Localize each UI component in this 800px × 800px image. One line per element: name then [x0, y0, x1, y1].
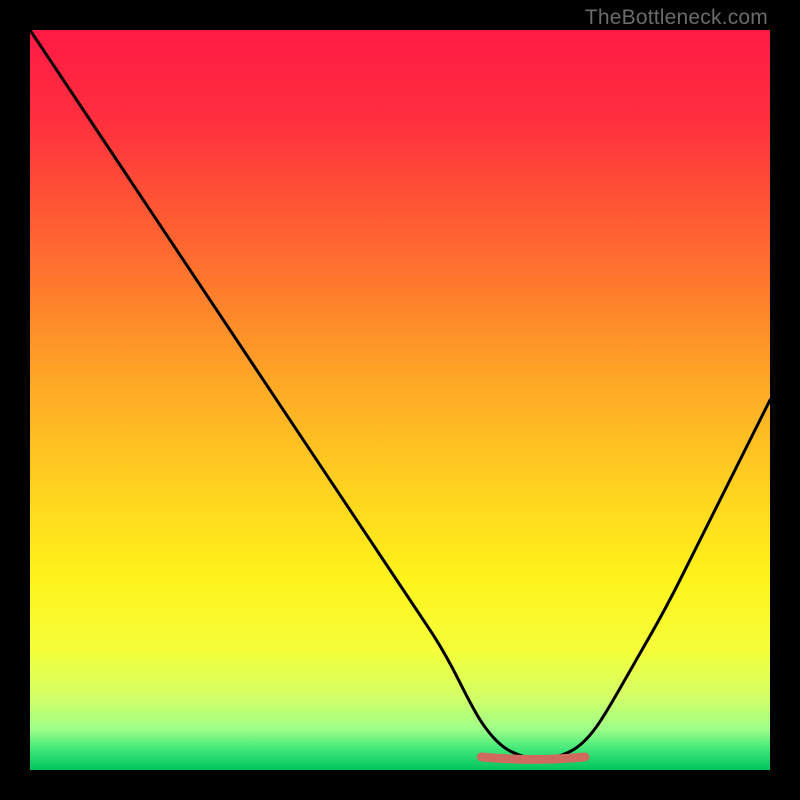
bottleneck-curve	[30, 30, 770, 770]
plot-area	[30, 30, 770, 770]
optimal-notch	[481, 757, 585, 760]
chart-frame: TheBottleneck.com	[0, 0, 800, 800]
watermark-text: TheBottleneck.com	[585, 6, 768, 30]
